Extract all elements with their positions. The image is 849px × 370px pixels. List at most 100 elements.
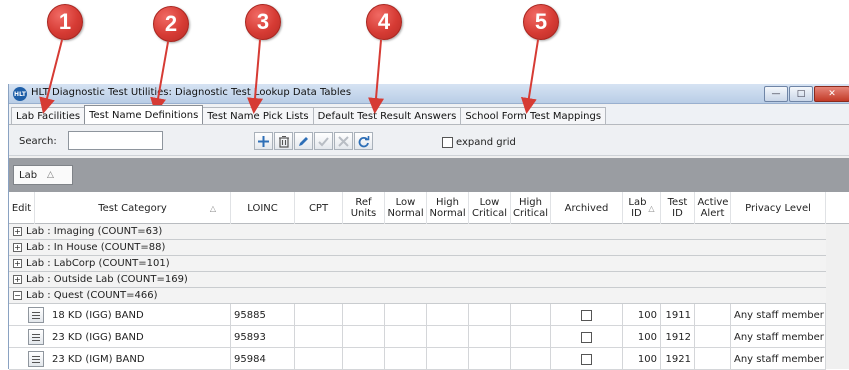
callout-2: 2: [153, 6, 189, 42]
active-alert-cell: [695, 326, 731, 348]
ref-units-cell: [343, 326, 385, 348]
cpt-cell: [295, 326, 343, 348]
expand-grid-label: expand grid: [456, 137, 516, 148]
tab-school-form-test-mappings[interactable]: School Form Test Mappings: [460, 107, 607, 124]
col-header-cpt[interactable]: CPT: [295, 192, 343, 224]
low-critical-cell: [469, 348, 511, 370]
privacy-level-cell: Any staff member: [731, 348, 826, 370]
add-icon[interactable]: [254, 132, 273, 150]
high-normal-cell: [427, 304, 469, 326]
expand-icon[interactable]: +: [13, 275, 22, 284]
minimize-icon[interactable]: —: [764, 86, 788, 102]
window-title: HLT Diagnostic Test Utilities: Diagnosti…: [31, 87, 352, 98]
low-normal-cell: [385, 304, 427, 326]
high-critical-cell: [511, 304, 551, 326]
col-header-active-alert[interactable]: Active Alert: [695, 192, 731, 224]
callout-3: 3: [245, 4, 281, 40]
row-edit-icon[interactable]: [28, 307, 44, 323]
col-header-high-critical[interactable]: High Critical: [511, 192, 551, 224]
save-icon[interactable]: [314, 132, 333, 150]
callout-5: 5: [523, 4, 559, 40]
loinc-cell: 95893: [231, 326, 295, 348]
row-edit-icon[interactable]: [28, 351, 44, 367]
expand-grid-checkbox[interactable]: [442, 137, 453, 148]
col-header-test-category[interactable]: Test Category △: [35, 192, 231, 224]
col-header-low-normal[interactable]: Low Normal: [385, 192, 427, 224]
col-header-loinc[interactable]: LOINC: [231, 192, 295, 224]
table-row[interactable]: 18 KD (IGG) BAND 95885 100 1911 Any staf…: [9, 304, 826, 326]
expand-grid-toggle[interactable]: expand grid: [442, 137, 516, 148]
test-id-cell: 1921: [661, 348, 695, 370]
high-critical-cell: [511, 326, 551, 348]
test-category-cell: 18 KD (IGG) BAND: [49, 304, 231, 326]
collapse-icon[interactable]: −: [13, 291, 22, 300]
col-header-high-normal[interactable]: High Normal: [427, 192, 469, 224]
tab-strip: Lab Facilities Test Name Definitions Tes…: [9, 105, 849, 125]
col-header-lab-id[interactable]: Lab ID △: [623, 192, 661, 224]
group-row-labcorp[interactable]: + Lab : LabCorp (COUNT=101): [9, 256, 826, 272]
group-row-quest[interactable]: − Lab : Quest (COUNT=466): [9, 288, 826, 304]
group-chip-lab[interactable]: Lab △: [13, 165, 73, 185]
callout-4: 4: [366, 4, 402, 40]
high-normal-cell: [427, 348, 469, 370]
window-controls: — □ ✕: [763, 86, 849, 102]
table-row[interactable]: 23 KD (IGM) BAND 95984 100 1921 Any staf…: [9, 348, 826, 370]
edit-cell[interactable]: [9, 348, 49, 370]
active-alert-cell: [695, 304, 731, 326]
group-row-in-house[interactable]: + Lab : In House (COUNT=88): [9, 240, 826, 256]
expand-icon[interactable]: +: [13, 259, 22, 268]
test-id-cell: 1912: [661, 326, 695, 348]
archived-checkbox[interactable]: [581, 353, 592, 365]
col-header-edit[interactable]: Edit: [9, 192, 35, 224]
search-input[interactable]: [68, 131, 163, 150]
ref-units-cell: [343, 348, 385, 370]
group-chip-label: Lab: [19, 169, 38, 181]
callout-1: 1: [47, 4, 83, 40]
lab-id-cell: 100: [623, 304, 661, 326]
edit-cell[interactable]: [9, 326, 49, 348]
delete-icon[interactable]: [274, 132, 293, 150]
tab-lab-facilities[interactable]: Lab Facilities: [11, 107, 86, 124]
tab-test-name-pick-lists[interactable]: Test Name Pick Lists: [202, 107, 314, 124]
low-critical-cell: [469, 304, 511, 326]
tab-default-test-result-answers[interactable]: Default Test Result Answers: [312, 107, 462, 124]
toolbar: Search: expand grid: [9, 126, 849, 156]
row-edit-icon[interactable]: [28, 329, 44, 345]
archived-checkbox[interactable]: [581, 309, 592, 321]
group-row-outside-lab[interactable]: + Lab : Outside Lab (COUNT=169): [9, 272, 826, 288]
expand-icon[interactable]: +: [13, 243, 22, 252]
group-by-panel: Lab △: [9, 158, 849, 192]
high-critical-cell: [511, 348, 551, 370]
hlt-logo-icon: HLT: [13, 87, 27, 101]
expand-icon[interactable]: +: [13, 227, 22, 236]
refresh-icon[interactable]: [354, 132, 373, 150]
table-row[interactable]: 23 KD (IGG) BAND 95893 100 1912 Any staf…: [9, 326, 826, 348]
loinc-cell: 95885: [231, 304, 295, 326]
title-bar: HLT HLT Diagnostic Test Utilities: Diagn…: [9, 84, 849, 104]
col-header-archived[interactable]: Archived: [551, 192, 623, 224]
search-label: Search:: [19, 136, 57, 147]
cancel-icon[interactable]: [334, 132, 353, 150]
lab-id-cell: 100: [623, 326, 661, 348]
maximize-icon[interactable]: □: [789, 86, 813, 102]
col-header-privacy-level[interactable]: Privacy Level: [731, 192, 826, 224]
edit-icon[interactable]: [294, 132, 313, 150]
data-grid: Edit Test Category △ LOINC CPT Ref Units …: [9, 192, 849, 370]
low-critical-cell: [469, 326, 511, 348]
col-header-low-critical[interactable]: Low Critical: [469, 192, 511, 224]
col-header-test-id[interactable]: Test ID: [661, 192, 695, 224]
loinc-cell: 95984: [231, 348, 295, 370]
edit-cell[interactable]: [9, 304, 49, 326]
ref-units-cell: [343, 304, 385, 326]
group-row-imaging[interactable]: + Lab : Imaging (COUNT=63): [9, 224, 826, 240]
sort-asc-icon: △: [47, 170, 54, 180]
test-category-cell: 23 KD (IGM) BAND: [49, 348, 231, 370]
archived-cell: [551, 304, 623, 326]
test-category-cell: 23 KD (IGG) BAND: [49, 326, 231, 348]
close-icon[interactable]: ✕: [814, 86, 849, 102]
high-normal-cell: [427, 326, 469, 348]
tab-test-name-definitions[interactable]: Test Name Definitions: [84, 105, 204, 124]
low-normal-cell: [385, 348, 427, 370]
col-header-ref-units[interactable]: Ref Units: [343, 192, 385, 224]
archived-checkbox[interactable]: [581, 331, 592, 343]
